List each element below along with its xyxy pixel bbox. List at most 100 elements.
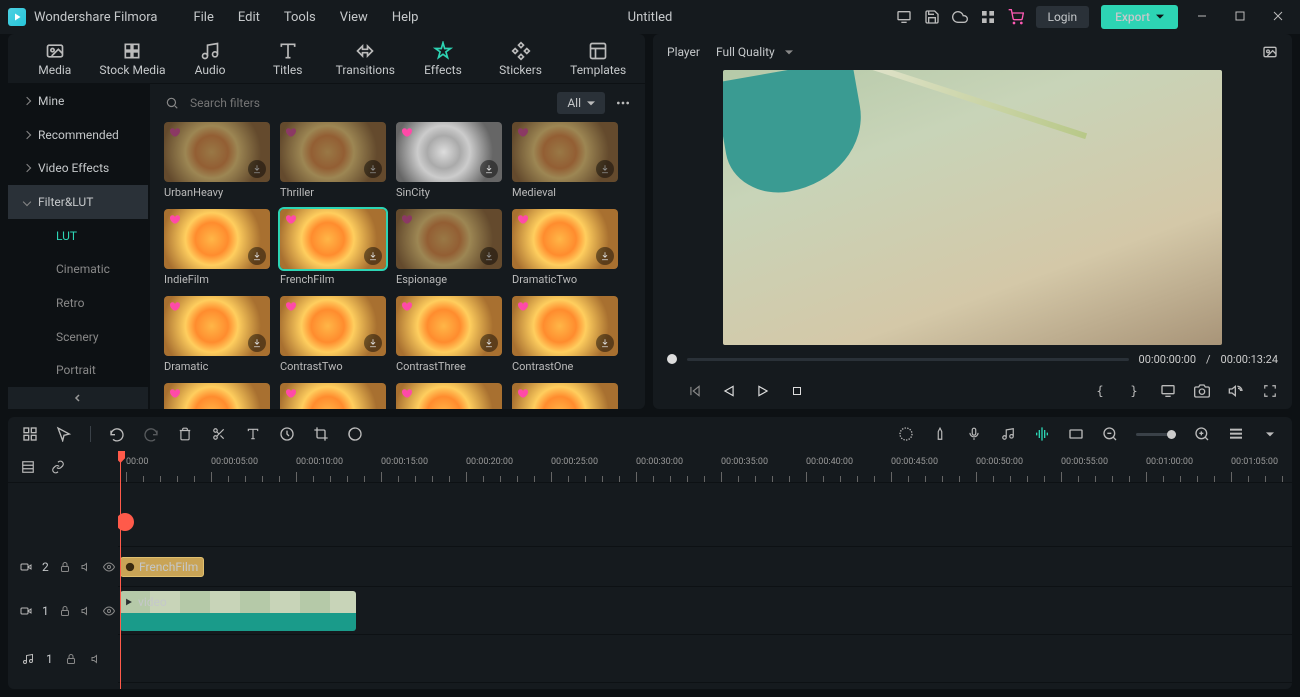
volume-icon[interactable] bbox=[1228, 383, 1244, 399]
stop-icon[interactable] bbox=[789, 383, 805, 399]
marker-icon[interactable] bbox=[932, 426, 948, 442]
seek-bar[interactable]: 00:00:00:00 / 00:00:13:24 bbox=[653, 345, 1292, 373]
visibility-icon[interactable] bbox=[103, 559, 115, 575]
preset-item[interactable]: UrbanHeavy bbox=[164, 122, 270, 199]
mark-out-icon[interactable]: } bbox=[1126, 383, 1142, 399]
preset-item[interactable]: Espionage bbox=[396, 209, 502, 286]
download-icon[interactable] bbox=[248, 247, 266, 265]
mode-tab-audio[interactable]: Audio bbox=[171, 34, 249, 83]
download-icon[interactable] bbox=[248, 160, 266, 178]
preset-item[interactable] bbox=[164, 383, 270, 409]
text-icon[interactable] bbox=[245, 426, 261, 442]
auto-beat-icon[interactable] bbox=[1034, 426, 1050, 442]
sidebar-item-recommended[interactable]: Recommended bbox=[8, 118, 148, 152]
preset-item[interactable]: Thriller bbox=[280, 122, 386, 199]
mode-tab-transitions[interactable]: Transitions bbox=[327, 34, 405, 83]
audio-mixer-icon[interactable] bbox=[1000, 426, 1016, 442]
download-icon[interactable] bbox=[364, 160, 382, 178]
menu-file[interactable]: File bbox=[181, 6, 225, 29]
mute-icon[interactable] bbox=[89, 651, 105, 667]
play-backward-icon[interactable] bbox=[721, 383, 737, 399]
lock-icon[interactable] bbox=[59, 559, 71, 575]
mode-tab-titles[interactable]: Titles bbox=[249, 34, 327, 83]
preset-item[interactable]: Dramatic bbox=[164, 296, 270, 373]
sidebar-sub-cinematic[interactable]: Cinematic bbox=[8, 252, 148, 286]
quality-dropdown[interactable]: Full Quality bbox=[716, 45, 793, 59]
zoom-in-icon[interactable] bbox=[1194, 426, 1210, 442]
download-icon[interactable] bbox=[596, 247, 614, 265]
preset-item[interactable]: IndieFilm bbox=[164, 209, 270, 286]
preset-item[interactable]: DramaticTwo bbox=[512, 209, 618, 286]
preview-viewport[interactable] bbox=[723, 70, 1222, 345]
menu-edit[interactable]: Edit bbox=[226, 6, 272, 29]
player-tab[interactable]: Player bbox=[667, 45, 700, 59]
menu-help[interactable]: Help bbox=[380, 6, 431, 29]
mark-in-icon[interactable]: { bbox=[1092, 383, 1108, 399]
playhead[interactable] bbox=[120, 451, 121, 689]
track-v1[interactable]: video bbox=[118, 587, 1292, 635]
mute-icon[interactable] bbox=[81, 559, 93, 575]
preset-item[interactable]: SinCity bbox=[396, 122, 502, 199]
color-icon[interactable] bbox=[347, 426, 363, 442]
lock-icon[interactable] bbox=[63, 651, 79, 667]
preset-item[interactable]: ContrastTwo bbox=[280, 296, 386, 373]
mode-tab-templates[interactable]: Templates bbox=[559, 34, 637, 83]
track-options-icon[interactable] bbox=[1262, 426, 1278, 442]
preset-item[interactable]: ContrastOne bbox=[512, 296, 618, 373]
preset-item[interactable]: Medieval bbox=[512, 122, 618, 199]
sidebar-sub-scenery[interactable]: Scenery bbox=[8, 320, 148, 354]
sidebar-collapse-button[interactable] bbox=[8, 387, 148, 409]
download-icon[interactable] bbox=[480, 160, 498, 178]
mute-icon[interactable] bbox=[81, 603, 93, 619]
zoom-slider[interactable] bbox=[1136, 433, 1176, 436]
time-ruler[interactable]: 00:0000:00:05:0000:00:10:0000:00:15:0000… bbox=[118, 451, 1292, 483]
lock-icon[interactable] bbox=[59, 603, 71, 619]
export-button[interactable]: Export bbox=[1101, 5, 1178, 29]
aspect-icon[interactable] bbox=[1068, 426, 1084, 442]
sidebar-item-filter-lut[interactable]: Filter&LUT bbox=[8, 185, 148, 219]
download-icon[interactable] bbox=[480, 334, 498, 352]
maximize-icon[interactable] bbox=[1234, 10, 1248, 24]
visibility-icon[interactable] bbox=[103, 603, 115, 619]
track-a1[interactable] bbox=[118, 635, 1292, 683]
track-head-v2[interactable]: 2 bbox=[8, 547, 118, 587]
clip-video[interactable]: video bbox=[120, 591, 356, 631]
snapshot-area-icon[interactable] bbox=[1262, 44, 1278, 60]
download-icon[interactable] bbox=[248, 334, 266, 352]
download-icon[interactable] bbox=[364, 247, 382, 265]
prev-frame-icon[interactable] bbox=[687, 383, 703, 399]
mode-tab-stickers[interactable]: Stickers bbox=[482, 34, 560, 83]
track-head-v1[interactable]: 1 bbox=[8, 587, 118, 635]
sidebar-item-video-effects[interactable]: Video Effects bbox=[8, 151, 148, 185]
download-icon[interactable] bbox=[364, 334, 382, 352]
timeline-grid-icon[interactable] bbox=[20, 459, 36, 475]
layout-icon[interactable] bbox=[22, 426, 38, 442]
sidebar-sub-lut[interactable]: LUT bbox=[8, 219, 148, 253]
fullscreen-icon[interactable] bbox=[1262, 383, 1278, 399]
delete-icon[interactable] bbox=[177, 426, 193, 442]
track-v2[interactable]: FrenchFilm bbox=[118, 547, 1292, 587]
preset-item[interactable]: ContrastThree bbox=[396, 296, 502, 373]
speed-icon[interactable] bbox=[279, 426, 295, 442]
sidebar-item-mine[interactable]: Mine bbox=[8, 84, 148, 118]
download-icon[interactable] bbox=[596, 334, 614, 352]
track-head-a1[interactable]: 1 bbox=[8, 635, 118, 683]
device-icon[interactable] bbox=[896, 9, 912, 25]
sidebar-sub-portrait[interactable]: Portrait bbox=[8, 354, 148, 388]
menu-tools[interactable]: Tools bbox=[272, 6, 328, 29]
mode-tab-media[interactable]: Media bbox=[16, 34, 94, 83]
more-icon[interactable] bbox=[615, 95, 631, 111]
crop-icon[interactable] bbox=[313, 426, 329, 442]
preset-item[interactable] bbox=[512, 383, 618, 409]
save-icon[interactable] bbox=[924, 9, 940, 25]
apps-icon[interactable] bbox=[980, 9, 996, 25]
download-icon[interactable] bbox=[596, 160, 614, 178]
preset-item[interactable] bbox=[280, 383, 386, 409]
track-view-icon[interactable] bbox=[1228, 426, 1244, 442]
preset-item[interactable]: FrenchFilm bbox=[280, 209, 386, 286]
zoom-out-icon[interactable] bbox=[1102, 426, 1118, 442]
filter-dropdown[interactable]: All bbox=[557, 92, 605, 114]
preset-item[interactable] bbox=[396, 383, 502, 409]
cart-icon[interactable] bbox=[1008, 9, 1024, 25]
sidebar-sub-retro[interactable]: Retro bbox=[8, 286, 148, 320]
